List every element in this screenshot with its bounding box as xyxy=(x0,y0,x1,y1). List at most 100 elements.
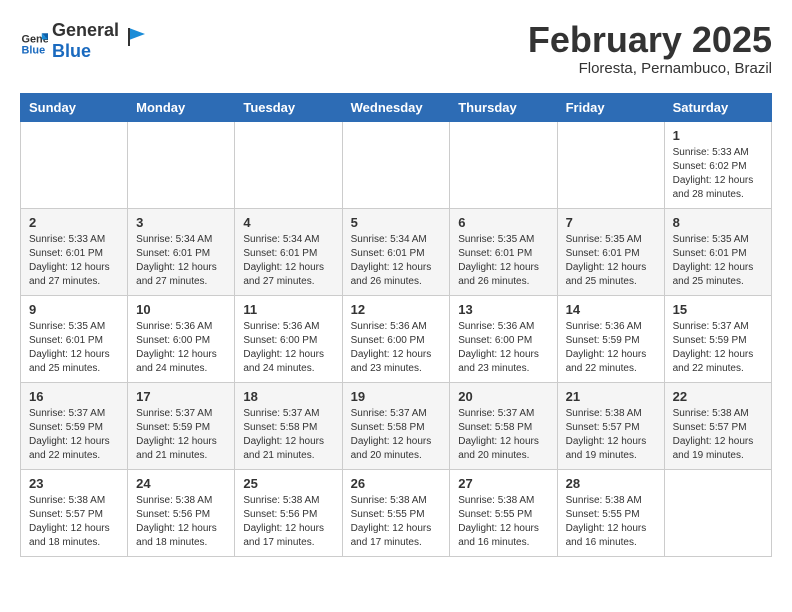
day-info: Sunrise: 5:35 AM Sunset: 6:01 PM Dayligh… xyxy=(458,233,548,289)
day-number: 8 xyxy=(673,215,763,230)
day-info: Sunrise: 5:37 AM Sunset: 5:59 PM Dayligh… xyxy=(136,407,226,463)
day-number: 25 xyxy=(243,476,333,491)
day-info: Sunrise: 5:37 AM Sunset: 5:58 PM Dayligh… xyxy=(243,407,333,463)
header: General Blue General Blue February 2025 … xyxy=(20,20,772,77)
day-number: 1 xyxy=(673,128,763,143)
day-number: 24 xyxy=(136,476,226,491)
day-number: 12 xyxy=(351,302,442,317)
calendar-cell: 19Sunrise: 5:37 AM Sunset: 5:58 PM Dayli… xyxy=(342,382,450,469)
calendar-cell: 28 Sunrise: 5:38 AM Sunset: 5:55 PM Dayli… xyxy=(557,469,664,556)
calendar-cell xyxy=(450,121,557,208)
calendar-cell: 7Sunrise: 5:35 AM Sunset: 6:01 PM Daylig… xyxy=(557,208,664,295)
calendar-cell: 6 Sunrise: 5:35 AM Sunset: 6:01 PM Daylig… xyxy=(450,208,557,295)
day-number: 5 xyxy=(351,215,442,230)
calendar-cell xyxy=(128,121,235,208)
calendar-cell: 13 Sunrise: 5:36 AM Sunset: 6:00 PM Dayli… xyxy=(450,295,557,382)
day-number: 27 xyxy=(458,476,548,491)
logo-icon: General Blue xyxy=(20,27,48,55)
day-number: 6 xyxy=(458,215,548,230)
calendar-week-0: 1 Sunrise: 5:33 AM Sunset: 6:02 PM Daylig… xyxy=(21,121,772,208)
day-number: 26 xyxy=(351,476,442,491)
weekday-monday: Monday xyxy=(128,93,235,121)
day-info: Sunrise: 5:33 AM Sunset: 6:02 PM Dayligh… xyxy=(673,146,763,202)
day-number: 18 xyxy=(243,389,333,404)
page: General Blue General Blue February 2025 … xyxy=(0,0,792,577)
day-info: Sunrise: 5:36 AM Sunset: 6:00 PM Dayligh… xyxy=(243,320,333,376)
calendar-cell: 27 Sunrise: 5:38 AM Sunset: 5:55 PM Dayli… xyxy=(450,469,557,556)
day-info: Sunrise: 5:37 AM Sunset: 5:59 PM Dayligh… xyxy=(673,320,763,376)
calendar-week-1: 2 Sunrise: 5:33 AM Sunset: 6:01 PM Daylig… xyxy=(21,208,772,295)
day-info: Sunrise: 5:36 AM Sunset: 6:00 PM Dayligh… xyxy=(136,320,226,376)
day-info: Sunrise: 5:38 AM Sunset: 5:57 PM Dayligh… xyxy=(673,407,763,463)
calendar-cell: 12Sunrise: 5:36 AM Sunset: 6:00 PM Dayli… xyxy=(342,295,450,382)
weekday-saturday: Saturday xyxy=(664,93,771,121)
calendar-cell: 3 Sunrise: 5:34 AM Sunset: 6:01 PM Daylig… xyxy=(128,208,235,295)
day-number: 3 xyxy=(136,215,226,230)
day-info: Sunrise: 5:36 AM Sunset: 6:00 PM Dayligh… xyxy=(458,320,548,376)
day-info: Sunrise: 5:38 AM Sunset: 5:57 PM Dayligh… xyxy=(29,494,119,550)
calendar-cell: 5 Sunrise: 5:34 AM Sunset: 6:01 PM Daylig… xyxy=(342,208,450,295)
day-number: 17 xyxy=(136,389,226,404)
day-number: 15 xyxy=(673,302,763,317)
calendar-cell: 25 Sunrise: 5:38 AM Sunset: 5:56 PM Dayli… xyxy=(235,469,342,556)
day-info: Sunrise: 5:38 AM Sunset: 5:55 PM Dayligh… xyxy=(458,494,548,550)
logo-flag-icon xyxy=(125,26,147,48)
calendar-cell: 10 Sunrise: 5:36 AM Sunset: 6:00 PM Dayli… xyxy=(128,295,235,382)
calendar-cell: 17 Sunrise: 5:37 AM Sunset: 5:59 PM Dayli… xyxy=(128,382,235,469)
calendar-cell: 8 Sunrise: 5:35 AM Sunset: 6:01 PM Daylig… xyxy=(664,208,771,295)
calendar-cell: 15 Sunrise: 5:37 AM Sunset: 5:59 PM Dayli… xyxy=(664,295,771,382)
calendar-week-2: 9Sunrise: 5:35 AM Sunset: 6:01 PM Daylig… xyxy=(21,295,772,382)
day-info: Sunrise: 5:35 AM Sunset: 6:01 PM Dayligh… xyxy=(566,233,656,289)
day-info: Sunrise: 5:34 AM Sunset: 6:01 PM Dayligh… xyxy=(136,233,226,289)
day-info: Sunrise: 5:37 AM Sunset: 5:58 PM Dayligh… xyxy=(458,407,548,463)
day-info: Sunrise: 5:36 AM Sunset: 5:59 PM Dayligh… xyxy=(566,320,656,376)
calendar-cell: 20 Sunrise: 5:37 AM Sunset: 5:58 PM Dayli… xyxy=(450,382,557,469)
day-info: Sunrise: 5:37 AM Sunset: 5:58 PM Dayligh… xyxy=(351,407,442,463)
day-number: 11 xyxy=(243,302,333,317)
day-number: 20 xyxy=(458,389,548,404)
calendar-cell: 26 Sunrise: 5:38 AM Sunset: 5:55 PM Dayli… xyxy=(342,469,450,556)
calendar-cell: 18 Sunrise: 5:37 AM Sunset: 5:58 PM Dayli… xyxy=(235,382,342,469)
calendar-week-3: 16 Sunrise: 5:37 AM Sunset: 5:59 PM Dayli… xyxy=(21,382,772,469)
weekday-header-row: SundayMondayTuesdayWednesdayThursdayFrid… xyxy=(21,93,772,121)
weekday-friday: Friday xyxy=(557,93,664,121)
day-number: 21 xyxy=(566,389,656,404)
calendar-cell: 9Sunrise: 5:35 AM Sunset: 6:01 PM Daylig… xyxy=(21,295,128,382)
calendar-cell: 4Sunrise: 5:34 AM Sunset: 6:01 PM Daylig… xyxy=(235,208,342,295)
day-info: Sunrise: 5:38 AM Sunset: 5:57 PM Dayligh… xyxy=(566,407,656,463)
day-number: 13 xyxy=(458,302,548,317)
day-info: Sunrise: 5:35 AM Sunset: 6:01 PM Dayligh… xyxy=(673,233,763,289)
weekday-tuesday: Tuesday xyxy=(235,93,342,121)
calendar-cell: 1 Sunrise: 5:33 AM Sunset: 6:02 PM Daylig… xyxy=(664,121,771,208)
calendar-cell: 22 Sunrise: 5:38 AM Sunset: 5:57 PM Dayli… xyxy=(664,382,771,469)
weekday-thursday: Thursday xyxy=(450,93,557,121)
calendar-cell: 21 Sunrise: 5:38 AM Sunset: 5:57 PM Dayli… xyxy=(557,382,664,469)
day-number: 16 xyxy=(29,389,119,404)
day-info: Sunrise: 5:38 AM Sunset: 5:55 PM Dayligh… xyxy=(351,494,442,550)
day-number: 23 xyxy=(29,476,119,491)
calendar-cell xyxy=(235,121,342,208)
day-info: Sunrise: 5:38 AM Sunset: 5:55 PM Dayligh… xyxy=(566,494,656,550)
day-number: 4 xyxy=(243,215,333,230)
logo-blue: Blue xyxy=(52,41,119,62)
calendar-cell: 24Sunrise: 5:38 AM Sunset: 5:56 PM Dayli… xyxy=(128,469,235,556)
day-info: Sunrise: 5:37 AM Sunset: 5:59 PM Dayligh… xyxy=(29,407,119,463)
day-number: 2 xyxy=(29,215,119,230)
weekday-sunday: Sunday xyxy=(21,93,128,121)
day-info: Sunrise: 5:38 AM Sunset: 5:56 PM Dayligh… xyxy=(243,494,333,550)
month-title: February 2025 xyxy=(528,20,772,60)
day-number: 10 xyxy=(136,302,226,317)
calendar-cell: 11 Sunrise: 5:36 AM Sunset: 6:00 PM Dayli… xyxy=(235,295,342,382)
calendar-week-4: 23 Sunrise: 5:38 AM Sunset: 5:57 PM Dayli… xyxy=(21,469,772,556)
calendar-cell: 14Sunrise: 5:36 AM Sunset: 5:59 PM Dayli… xyxy=(557,295,664,382)
calendar-cell: 23 Sunrise: 5:38 AM Sunset: 5:57 PM Dayli… xyxy=(21,469,128,556)
calendar-table: SundayMondayTuesdayWednesdayThursdayFrid… xyxy=(20,93,772,557)
title-block: February 2025 Floresta, Pernambuco, Braz… xyxy=(528,20,772,77)
calendar-cell: 2 Sunrise: 5:33 AM Sunset: 6:01 PM Daylig… xyxy=(21,208,128,295)
calendar-cell xyxy=(557,121,664,208)
day-number: 28 xyxy=(566,476,656,491)
day-info: Sunrise: 5:33 AM Sunset: 6:01 PM Dayligh… xyxy=(29,233,119,289)
day-number: 22 xyxy=(673,389,763,404)
calendar-cell xyxy=(342,121,450,208)
day-info: Sunrise: 5:34 AM Sunset: 6:01 PM Dayligh… xyxy=(351,233,442,289)
